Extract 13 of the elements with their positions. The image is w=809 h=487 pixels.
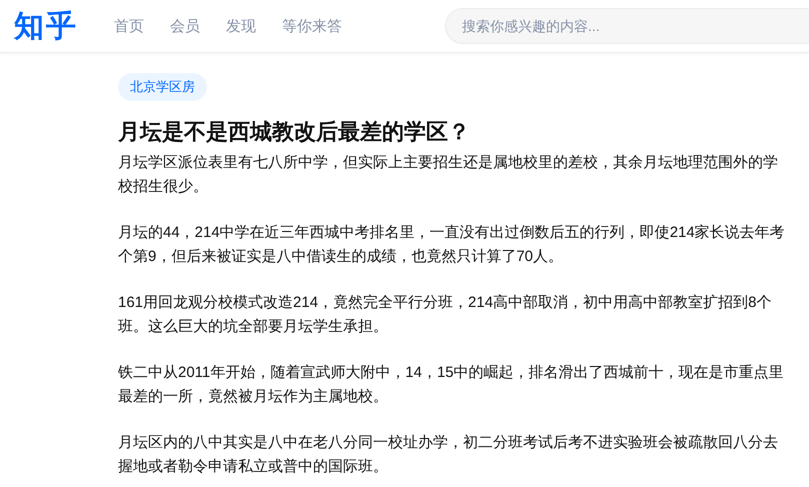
nav-link[interactable]: 会员 — [170, 16, 200, 36]
nav-link[interactable]: 首页 — [114, 16, 144, 36]
nav-link[interactable]: 发现 — [226, 16, 256, 36]
paragraph: 月坛学区派位表里有七八所中学，但实际上主要招生还是属地校里的差校，其余月坛地理范围外的学校招生很少。 — [118, 153, 779, 197]
search-field[interactable]: 搜索你感兴趣的内容... — [445, 8, 809, 44]
paragraph: 161用回龙观分校模式改造214，竟然完全平行分班，214高中部取消，初中用高中部教室扩招到8个班。这么巨大的坑全部要月坛学生承担。 — [118, 293, 772, 337]
topic-tag[interactable]: 北京学区房 — [118, 73, 207, 101]
paragraph: 铁二中从2011年开始，随着宣武师大附中，14，15中的崛起，排名滑出了西城前十，现在是市重点里最差的一所，竟然被月坛作为主属地校。 — [118, 363, 785, 407]
paragraph: 月坛的44，214中学在近三年西城中考排名里，一直没有出过倒数后五的行列，即使214家长说去年考个第9，但后来被证实是八中借读生的成绩，也竟然只计算了70人。 — [118, 223, 786, 267]
logo[interactable]: 知乎 — [14, 6, 78, 46]
question-title: 月坛是不是西城教改后最差的学区？ — [118, 118, 471, 146]
nav-link[interactable]: 等你来答 — [282, 16, 342, 36]
paragraph: 月坛区内的八中其实是八中在老八分同一校址办学，初二分班考试后考不进实验班会被疏散回八分去握地或者勒令申请私立或普中的国际班。 — [118, 433, 779, 477]
